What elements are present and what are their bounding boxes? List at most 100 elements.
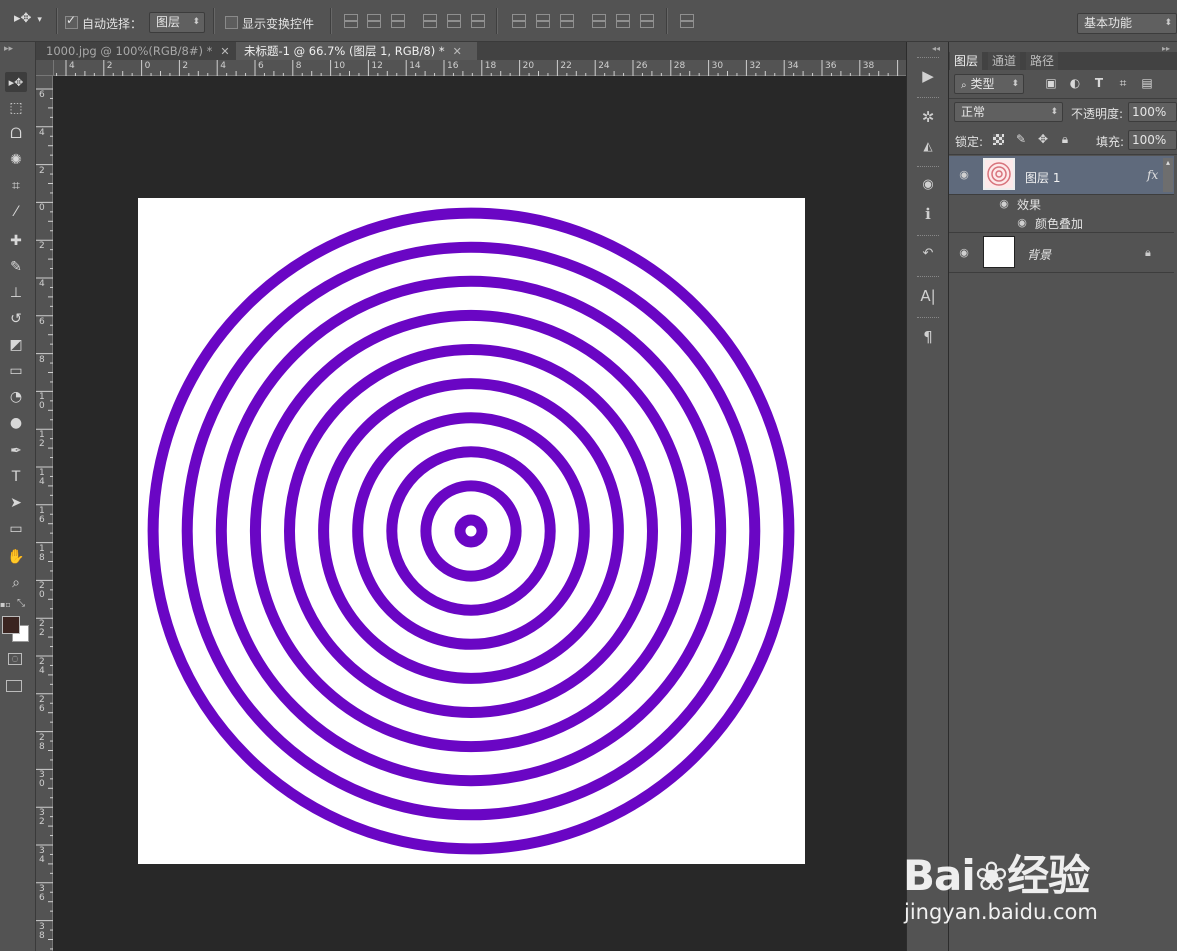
scroll-up-icon[interactable]: ▴ — [1163, 158, 1173, 167]
blend-mode-dropdown[interactable]: 正常 ⬍ — [954, 102, 1063, 122]
ruler-label: 36 — [825, 61, 837, 71]
default-colors-icon[interactable]: ▪▫ — [0, 600, 11, 610]
dock-grip[interactable] — [917, 317, 939, 321]
lasso-tool-button[interactable]: ᗝ — [5, 124, 27, 144]
effect-item[interactable]: 颜色叠加 — [1035, 215, 1083, 232]
crop-tool-button[interactable]: ⌗ — [5, 176, 27, 196]
ruler-label: 38 — [39, 921, 45, 941]
dock-grip[interactable] — [917, 97, 939, 101]
layer-thumbnail[interactable] — [983, 236, 1015, 268]
eye-icon[interactable]: ◉ — [957, 169, 971, 180]
align-right-icon[interactable] — [471, 14, 485, 28]
hand-tool-button[interactable]: ✋ — [5, 547, 27, 567]
layer-thumbnail[interactable] — [983, 158, 1015, 190]
history-brush-tool-button[interactable]: ↺ — [5, 309, 27, 329]
dock-grip[interactable] — [917, 235, 939, 239]
ruler-label: 0 — [144, 61, 151, 71]
document-tab-active[interactable]: 未标题-1 @ 66.7% (图层 1, RGB/8) * ✕ — [236, 42, 477, 60]
healing-brush-tool-button[interactable]: ✚ — [5, 231, 27, 251]
navigator-panel-icon[interactable]: ✲ — [917, 107, 939, 127]
brush-tool-icon: ✎ — [10, 259, 22, 275]
eyedropper-tool-button[interactable]: ⁄ — [5, 202, 27, 222]
align-top-icon[interactable] — [344, 14, 358, 28]
history-panel-icon[interactable]: ↶ — [917, 244, 939, 264]
pen-tool-button[interactable]: ✒ — [5, 441, 27, 461]
marquee-tool-button[interactable]: ⬚ — [5, 98, 27, 118]
expand-panels-icon[interactable]: ◂◂ — [932, 44, 940, 53]
tab-layers[interactable]: 图层 — [950, 52, 983, 70]
ruler-origin[interactable] — [36, 60, 54, 76]
gradient-tool-button[interactable]: ▭ — [5, 361, 27, 381]
type-filter-icon[interactable]: T — [1091, 76, 1107, 90]
layer-filter-dropdown[interactable]: ⌕ 类型 ⬍ — [954, 74, 1024, 94]
collapse-toolbar-icon[interactable]: ▸▸ — [4, 44, 13, 54]
histogram-panel-icon[interactable]: ◭ — [917, 136, 939, 156]
eye-icon[interactable]: ◉ — [1015, 217, 1029, 228]
distribute-right-icon[interactable] — [640, 14, 654, 28]
clone-stamp-tool-button[interactable]: ⊥ — [5, 283, 27, 303]
close-icon[interactable]: ✕ — [220, 45, 229, 58]
swap-colors-icon[interactable]: ⤡ — [17, 598, 25, 609]
dock-grip[interactable] — [917, 276, 939, 280]
lock-transparency-icon[interactable] — [993, 134, 1004, 145]
distribute-horizontal-center-icon[interactable] — [616, 14, 630, 28]
layer-name[interactable]: 图层 1 — [1025, 169, 1060, 186]
actions-panel-icon[interactable]: ▶ — [917, 66, 939, 86]
document-tab[interactable]: 1000.jpg @ 100%(RGB/8#) * ✕ — [38, 42, 235, 60]
eye-icon[interactable]: ◉ — [957, 247, 971, 258]
distribute-bottom-icon[interactable] — [560, 14, 574, 28]
healing-brush-tool-icon: ✚ — [10, 233, 22, 249]
distribute-vertical-center-icon[interactable] — [536, 14, 550, 28]
smart-object-filter-icon[interactable]: ▤ — [1139, 76, 1155, 90]
align-bottom-icon[interactable] — [391, 14, 405, 28]
distribute-left-icon[interactable] — [592, 14, 606, 28]
document-canvas[interactable] — [138, 198, 805, 864]
tool-preset-picker[interactable]: ▸✥ ▾ — [14, 11, 52, 31]
move-tool-button[interactable]: ▸✥ — [5, 72, 27, 92]
distribute-top-icon[interactable] — [512, 14, 526, 28]
zoom-tool-button[interactable]: ⌕ — [5, 573, 27, 593]
tab-channels[interactable]: 通道 — [988, 52, 1021, 70]
dodge-tool-button[interactable]: ● — [5, 413, 27, 433]
foreground-color-swatch[interactable] — [2, 616, 20, 634]
shape-filter-icon[interactable]: ⌗ — [1115, 76, 1131, 90]
quick-mask-icon[interactable]: ◌ — [8, 653, 22, 665]
layer-fx-badge[interactable]: fx — [1147, 168, 1158, 182]
opacity-input[interactable]: 100% — [1128, 102, 1177, 122]
rectangle-tool-button[interactable]: ▭ — [5, 519, 27, 539]
lock-all-icon[interactable]: 🔒︎ — [1057, 132, 1073, 146]
auto-select-checkbox[interactable] — [65, 13, 78, 29]
eye-icon[interactable]: ◉ — [997, 198, 1011, 209]
adjustment-filter-icon[interactable]: ◐ — [1067, 76, 1083, 90]
lock-pixels-icon[interactable]: ✎ — [1013, 132, 1029, 146]
show-transform-checkbox[interactable] — [225, 16, 238, 29]
blur-tool-button[interactable]: ◔ — [5, 387, 27, 407]
brush-tool-button[interactable]: ✎ — [5, 257, 27, 277]
auto-align-layers-icon[interactable] — [680, 14, 694, 28]
close-icon[interactable]: ✕ — [453, 45, 462, 58]
paragraph-panel-icon[interactable]: ¶ — [917, 327, 939, 347]
fill-input[interactable]: 100% — [1128, 130, 1177, 150]
type-tool-button[interactable]: T — [5, 467, 27, 487]
dock-grip[interactable] — [917, 166, 939, 170]
layer-name[interactable]: 背景 — [1027, 246, 1051, 263]
ruler-label: 4 — [39, 279, 45, 289]
screen-mode-icon[interactable] — [6, 680, 22, 692]
workspace-dropdown[interactable]: 基本功能 ⬍ — [1077, 13, 1177, 34]
adjustments-panel-icon[interactable]: ◉ — [917, 175, 939, 195]
tab-paths[interactable]: 路径 — [1026, 52, 1059, 70]
dock-grip[interactable] — [917, 57, 939, 61]
eraser-tool-button[interactable]: ◩ — [5, 335, 27, 355]
align-left-icon[interactable] — [423, 14, 437, 28]
align-horizontal-center-icon[interactable] — [447, 14, 461, 28]
pixel-filter-icon[interactable]: ▣ — [1043, 76, 1059, 90]
rectangle-tool-icon: ▭ — [9, 521, 23, 537]
path-selection-tool-button[interactable]: ➤ — [5, 493, 27, 513]
lock-position-icon[interactable]: ✥ — [1035, 132, 1051, 146]
character-panel-icon[interactable]: A| — [917, 286, 939, 306]
align-vertical-center-icon[interactable] — [367, 14, 381, 28]
info-panel-icon[interactable]: ℹ — [917, 204, 939, 224]
auto-select-target-dropdown[interactable]: 图层 ⬍ — [149, 12, 205, 33]
magic-wand-tool-button[interactable]: ✺ — [5, 150, 27, 170]
panel-scrollbar[interactable]: ▴ — [1163, 158, 1173, 192]
